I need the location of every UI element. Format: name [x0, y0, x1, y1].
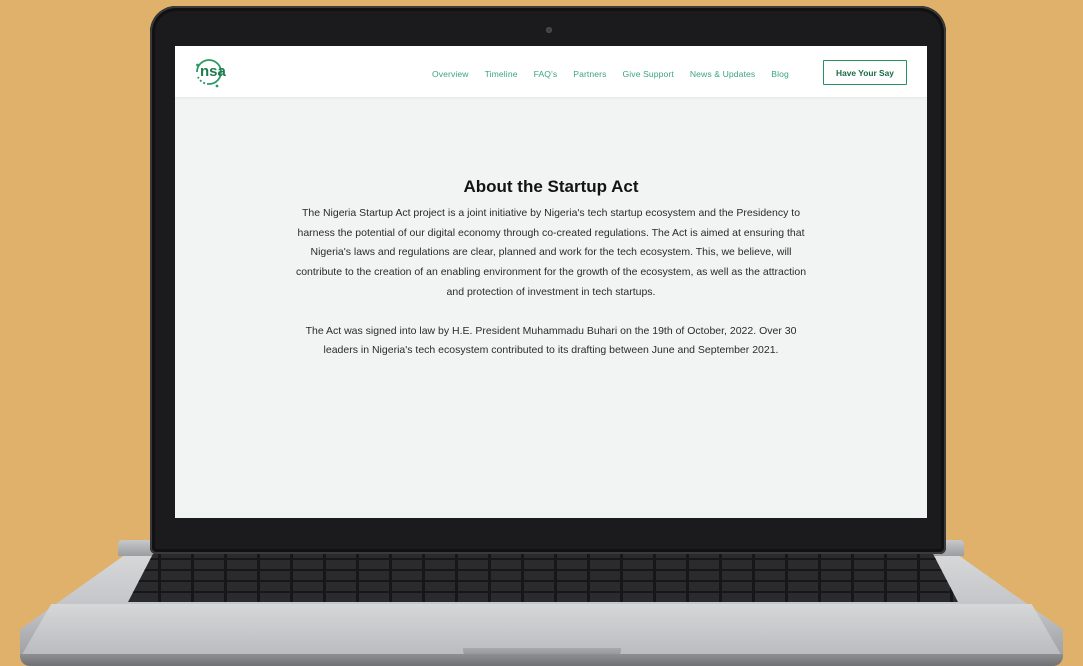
site-logo[interactable]: nsa [190, 53, 238, 91]
laptop-keyboard [128, 554, 958, 602]
site-header: nsa Overview Timeline FAQ's Partners Giv… [175, 46, 927, 97]
nav-news-updates[interactable]: News & Updates [690, 69, 755, 79]
primary-nav: Overview Timeline FAQ's Partners Give Su… [432, 68, 789, 80]
browser-viewport[interactable]: nsa Overview Timeline FAQ's Partners Giv… [175, 46, 927, 518]
nav-timeline[interactable]: Timeline [485, 69, 518, 79]
nav-blog[interactable]: Blog [771, 69, 789, 79]
webcam [546, 27, 552, 33]
logo-text: nsa [200, 63, 227, 80]
page-title: About the Startup Act [463, 177, 639, 196]
about-paragraph-1: The Nigeria Startup Act project is a joi… [295, 207, 807, 298]
nav-faqs[interactable]: FAQ's [534, 69, 558, 79]
nsa-logo-icon: nsa [196, 59, 227, 88]
about-paragraph-2: The Act was signed into law by H.E. Pres… [305, 324, 797, 357]
nav-partners[interactable]: Partners [573, 69, 606, 79]
have-your-say-button[interactable]: Have Your Say [823, 60, 907, 85]
laptop-base-edge [20, 654, 1063, 666]
nav-give-support[interactable]: Give Support [623, 69, 674, 79]
about-section: About the Startup Act The Nigeria Startu… [291, 176, 811, 361]
photo-scene: nsa Overview Timeline FAQ's Partners Giv… [0, 0, 1083, 666]
laptop-lid: nsa Overview Timeline FAQ's Partners Giv… [150, 6, 946, 554]
keyboard-keys [128, 554, 958, 602]
nav-overview[interactable]: Overview [432, 69, 469, 79]
